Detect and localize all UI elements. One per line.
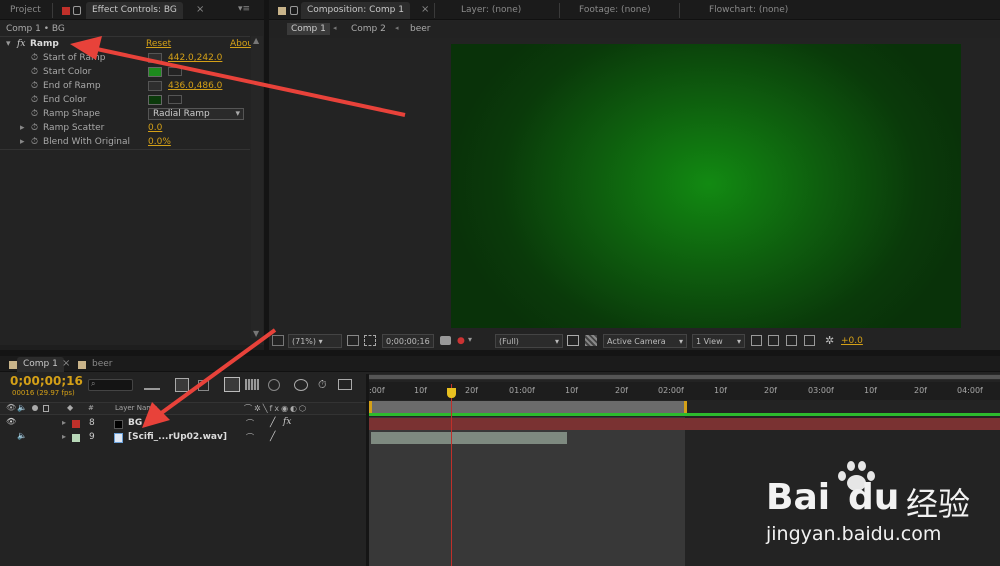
watermark-brand2: du bbox=[848, 477, 900, 518]
arrow-head bbox=[142, 402, 170, 428]
arrow-head bbox=[70, 36, 102, 60]
watermark-url: jingyan.baidu.com bbox=[766, 523, 942, 545]
watermark-brand: Bai bbox=[766, 477, 831, 518]
arrow-to-bg-layer bbox=[158, 328, 277, 416]
baidu-watermark: Bai du 经验 jingyan.baidu.com bbox=[766, 457, 996, 557]
arrow-to-ramp bbox=[91, 46, 406, 117]
watermark-cn: 经验 bbox=[906, 485, 971, 523]
